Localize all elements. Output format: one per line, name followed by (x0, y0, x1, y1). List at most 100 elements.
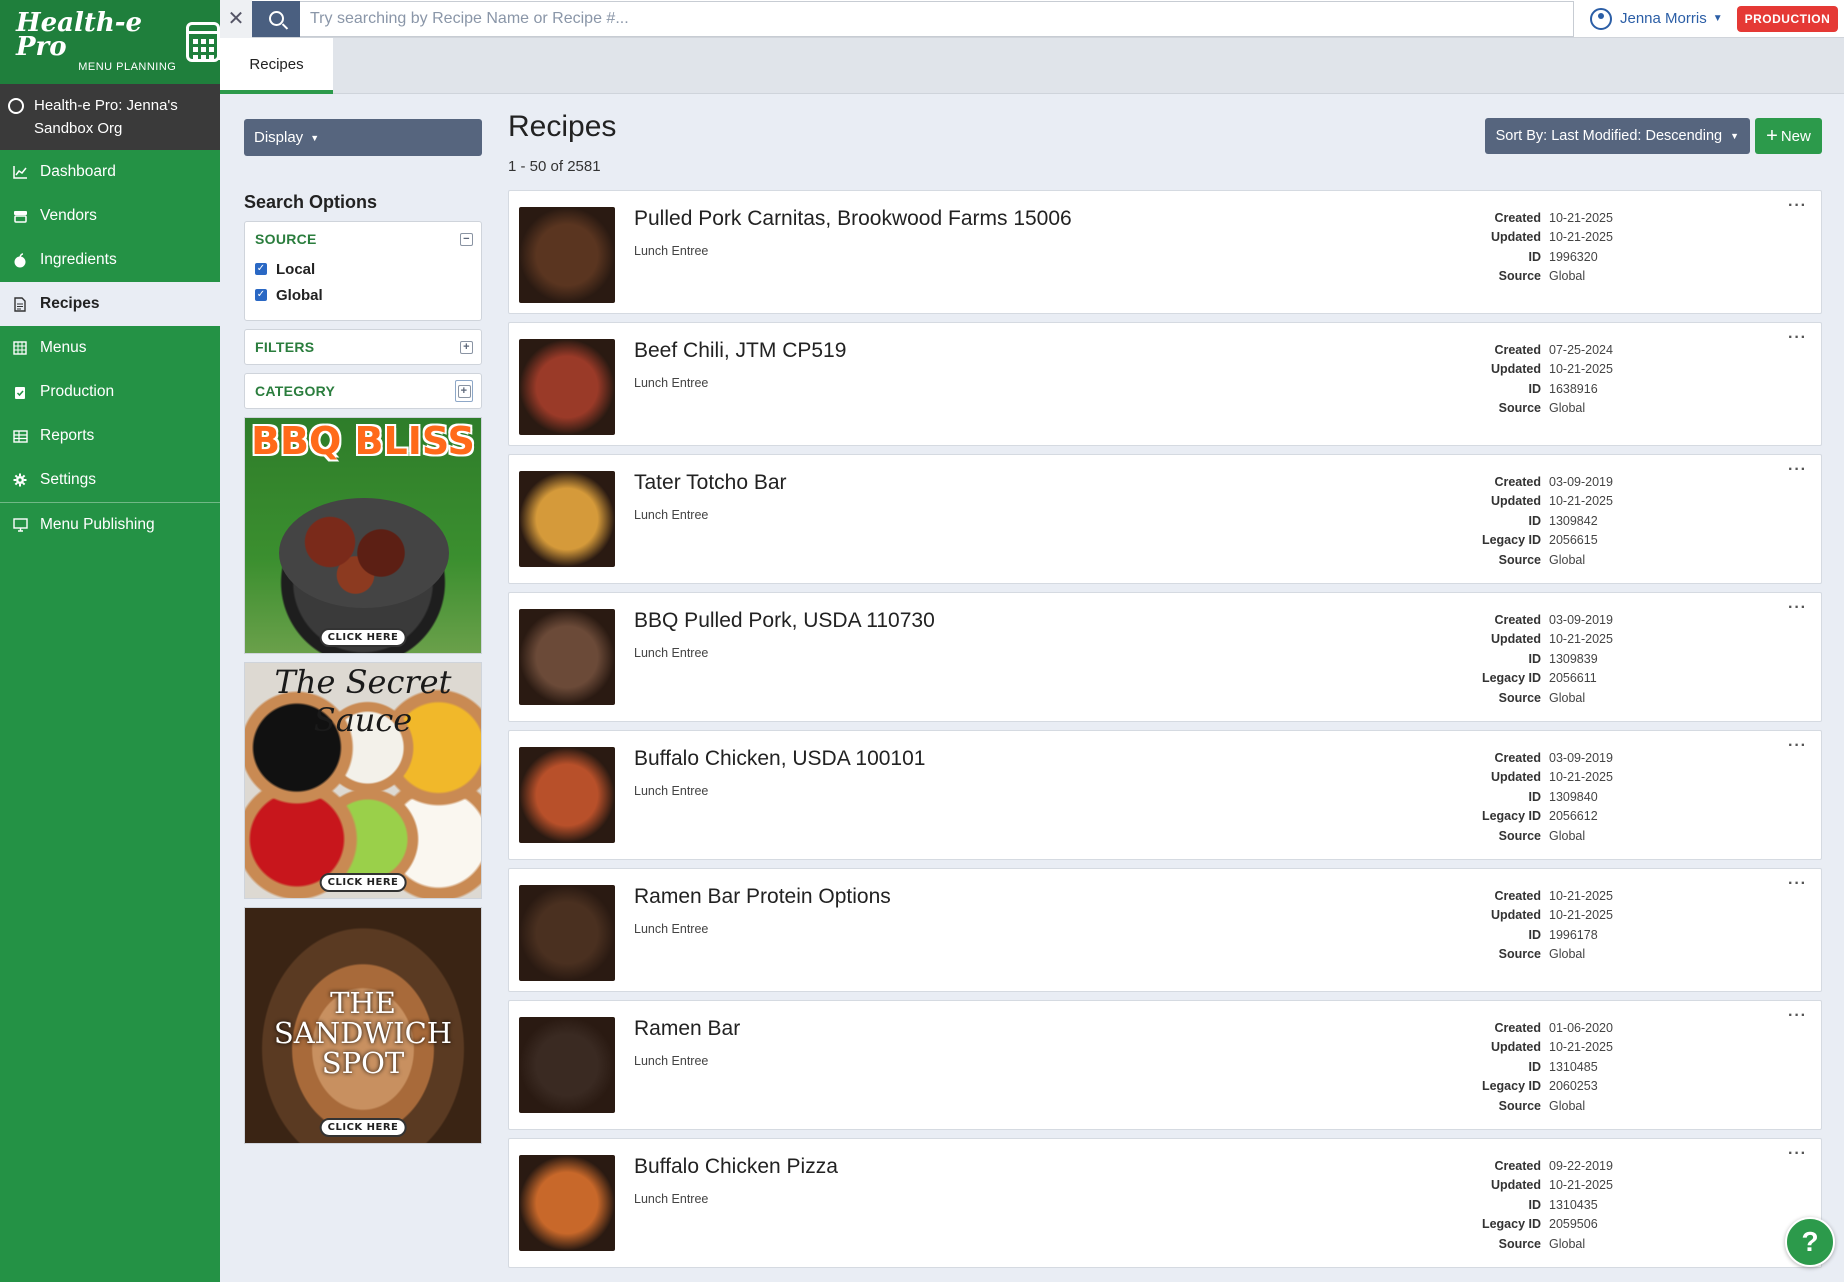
expand-icon[interactable]: + (460, 340, 473, 354)
meta-row: Updated 10-21-2025 (1449, 906, 1613, 925)
tab-recipes[interactable]: Recipes (220, 38, 333, 94)
meta-row: Updated 10-21-2025 (1449, 1176, 1613, 1195)
more-options-icon[interactable]: ··· (1788, 1145, 1807, 1163)
recipe-card[interactable]: BBQ Pulled Pork, USDA 110730 Lunch Entree… (508, 592, 1822, 722)
source-local-checkbox[interactable]: ✓ Local (245, 256, 481, 282)
meta-row: Created 07-25-2024 (1449, 341, 1613, 360)
meta-key: Updated (1491, 1040, 1541, 1055)
new-recipe-button[interactable]: + New (1755, 118, 1822, 154)
recipe-card[interactable]: Ramen Bar Protein Options Lunch Entree Cre… (508, 868, 1822, 992)
more-options-icon[interactable]: ··· (1788, 599, 1807, 617)
more-options-icon[interactable]: ··· (1788, 875, 1807, 893)
recipe-card[interactable]: Pulled Pork Carnitas, Brookwood Farms 15… (508, 190, 1822, 314)
meta-key: Updated (1491, 1178, 1541, 1193)
apple-icon (12, 252, 28, 268)
recipe-name[interactable]: Beef Chili, JTM CP519 (634, 339, 846, 363)
meta-row: Legacy ID 2056611 (1449, 669, 1613, 688)
recipe-thumbnail[interactable] (519, 885, 615, 981)
meta-key: ID (1528, 513, 1542, 528)
source-global-checkbox[interactable]: ✓ Global (245, 282, 481, 308)
meta-value: 01-06-2020 (1549, 1021, 1613, 1035)
nav-recipes[interactable]: Recipes (0, 282, 220, 326)
recipe-name[interactable]: Ramen Bar Protein Options (634, 885, 891, 909)
nav-reports[interactable]: Reports (0, 414, 220, 458)
recipe-card[interactable]: Ramen Bar Lunch Entree Created 01-06-2020 Up… (508, 1000, 1822, 1130)
more-options-icon[interactable]: ··· (1788, 1007, 1807, 1025)
meta-row: Source Global (1449, 1097, 1613, 1116)
app-logo[interactable]: Health-e Pro MENU PLANNING (0, 0, 223, 84)
recipe-thumbnail[interactable] (519, 1155, 615, 1251)
nav-menus[interactable]: Menus (0, 326, 220, 370)
sort-dropdown[interactable]: Sort By: Last Modified: Descending ▼ (1484, 118, 1750, 154)
recipe-thumbnail[interactable] (519, 471, 615, 567)
more-options-icon[interactable]: ··· (1788, 737, 1807, 755)
left-panel: Display ▼ Search Options SOURCE − ✓ Loca… (244, 119, 482, 1144)
expand-icon[interactable]: + (455, 380, 473, 402)
recipe-card[interactable]: Buffalo Chicken, USDA 100101 Lunch Entree… (508, 730, 1822, 860)
meta-key: Updated (1491, 770, 1541, 785)
meta-key: ID (1528, 1059, 1542, 1074)
search-button[interactable] (252, 0, 300, 37)
click-here-button[interactable]: CLICK HERE (319, 1118, 407, 1137)
ad-bbq-bliss[interactable]: BBQ BLISS CLICK HERE (244, 417, 482, 654)
recipe-name[interactable]: Tater Totcho Bar (634, 471, 787, 495)
meta-key: Updated (1491, 908, 1541, 923)
close-sidebar-button[interactable]: ✕ (220, 0, 252, 38)
meta-row: Updated 10-21-2025 (1449, 360, 1613, 379)
nav-vendors[interactable]: Vendors (0, 194, 220, 238)
meta-key: ID (1528, 789, 1542, 804)
nav-menu-publishing[interactable]: Menu Publishing (0, 503, 220, 547)
meta-key: Source (1498, 1236, 1541, 1251)
meta-key: Created (1494, 475, 1541, 489)
filters-header[interactable]: FILTERS + (245, 330, 481, 364)
more-options-icon[interactable]: ··· (1788, 461, 1807, 479)
nav-dashboard-label: Dashboard (40, 163, 116, 180)
recipe-name[interactable]: Ramen Bar (634, 1017, 740, 1041)
org-switcher[interactable]: Health-e Pro: Jenna's Sandbox Org (0, 84, 220, 150)
meta-row: Created 10-21-2025 (1449, 209, 1613, 228)
ad-secret-sauce[interactable]: The Secret Sauce CLICK HERE (244, 662, 482, 899)
recipe-thumbnail[interactable] (519, 609, 615, 705)
meta-row: Created 09-22-2019 (1449, 1157, 1613, 1176)
recipe-card[interactable]: Beef Chili, JTM CP519 Lunch Entree Created… (508, 322, 1822, 446)
nav-settings[interactable]: Settings (0, 458, 220, 502)
click-here-button[interactable]: CLICK HERE (319, 628, 407, 647)
recipe-category: Lunch Entree (634, 1192, 709, 1206)
collapse-icon[interactable]: − (460, 232, 473, 246)
ad-title: THE SANDWICH SPOT (273, 986, 453, 1080)
search-input[interactable] (300, 0, 1574, 37)
recipe-thumbnail[interactable] (519, 339, 615, 435)
recipe-card[interactable]: Tater Totcho Bar Lunch Entree Created 03-09… (508, 454, 1822, 584)
meta-key: Legacy ID (1481, 1217, 1541, 1232)
meta-row: Source Global (1449, 399, 1613, 418)
display-dropdown[interactable]: Display ▼ (244, 119, 482, 156)
help-button[interactable]: ? (1785, 1217, 1835, 1267)
source-header[interactable]: SOURCE − (245, 222, 481, 256)
ad-sandwich-spot[interactable]: THE SANDWICH SPOT CLICK HERE (244, 907, 482, 1144)
nav-ingredients[interactable]: Ingredients (0, 238, 220, 282)
nav-production[interactable]: Production (0, 370, 220, 414)
meta-row: Created 03-09-2019 (1449, 749, 1613, 768)
search-icon (268, 11, 284, 26)
nav-menu-publishing-label: Menu Publishing (40, 516, 155, 533)
category-header[interactable]: CATEGORY + (245, 374, 481, 408)
user-menu[interactable]: Jenna Morris ▼ (1590, 7, 1723, 30)
click-here-button[interactable]: CLICK HERE (319, 873, 407, 892)
recipe-card[interactable]: Buffalo Chicken Pizza Lunch Entree Created… (508, 1138, 1822, 1268)
recipe-name[interactable]: Buffalo Chicken Pizza (634, 1155, 838, 1179)
recipe-thumbnail[interactable] (519, 747, 615, 843)
meta-row: Legacy ID 2060253 (1449, 1077, 1613, 1096)
nav-dashboard[interactable]: Dashboard (0, 150, 220, 194)
recipe-name[interactable]: Pulled Pork Carnitas, Brookwood Farms 15… (634, 207, 1072, 231)
more-options-icon[interactable]: ··· (1788, 329, 1807, 347)
meta-key: Source (1498, 947, 1541, 962)
meta-row: Legacy ID 2059506 (1449, 1215, 1613, 1234)
meta-value: 10-21-2025 (1549, 889, 1613, 903)
more-options-icon[interactable]: ··· (1788, 197, 1807, 215)
recipe-thumbnail[interactable] (519, 1017, 615, 1113)
meta-value: Global (1549, 690, 1586, 705)
recipe-name[interactable]: BBQ Pulled Pork, USDA 110730 (634, 609, 935, 633)
recipe-name[interactable]: Buffalo Chicken, USDA 100101 (634, 747, 925, 771)
recipe-meta: Created 10-21-2025 Updated 10-21-2025 ID 1996… (1449, 887, 1613, 965)
recipe-thumbnail[interactable] (519, 207, 615, 303)
